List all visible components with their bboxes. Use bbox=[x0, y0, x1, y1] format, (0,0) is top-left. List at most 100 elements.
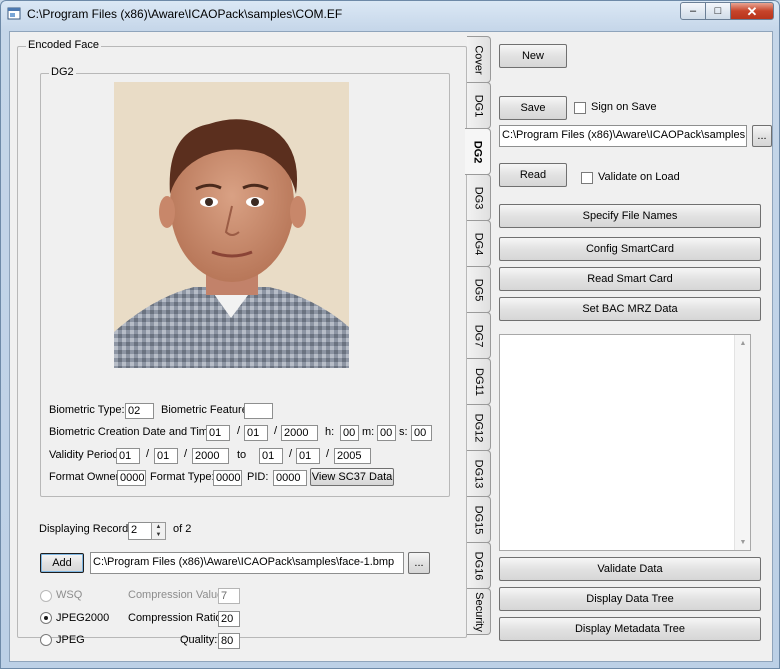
record-total-label: of 2 bbox=[173, 523, 192, 535]
close-button[interactable]: ✕ bbox=[730, 2, 774, 20]
tab-dg11[interactable]: DG11 bbox=[467, 358, 491, 405]
quality-field[interactable]: 80 bbox=[218, 633, 240, 649]
minimize-icon: – bbox=[689, 4, 697, 17]
quality-label: Quality: bbox=[180, 634, 218, 646]
jpeg-label: JPEG bbox=[56, 634, 85, 646]
date-separator: / bbox=[326, 448, 330, 460]
image-path-field[interactable]: C:\Program Files (x86)\Aware\ICAOPack\sa… bbox=[90, 552, 404, 574]
valid-to-month-field[interactable]: 01 bbox=[296, 448, 320, 464]
date-separator: / bbox=[146, 448, 150, 460]
tab-label: DG4 bbox=[472, 232, 485, 255]
dg2-group: DG2 Biometric Type: 02 Biometric Feature… bbox=[40, 66, 450, 497]
creation-year-field[interactable]: 2000 bbox=[281, 425, 318, 441]
valid-from-day-field[interactable]: 01 bbox=[116, 448, 140, 464]
new-button[interactable]: New bbox=[499, 44, 567, 68]
jpeg2000-radio[interactable] bbox=[40, 612, 52, 624]
display-data-tree-button[interactable]: Display Data Tree bbox=[499, 587, 761, 611]
tab-label: DG16 bbox=[472, 551, 485, 580]
config-smartcard-button[interactable]: Config SmartCard bbox=[499, 237, 761, 261]
set-bac-mrz-data-button[interactable]: Set BAC MRZ Data bbox=[499, 297, 761, 321]
display-metadata-tree-button[interactable]: Display Metadata Tree bbox=[499, 617, 761, 641]
valid-from-year-field[interactable]: 2000 bbox=[192, 448, 229, 464]
displaying-record-label: Displaying Record: bbox=[39, 523, 132, 535]
tab-label: DG11 bbox=[472, 367, 485, 396]
tab-label: Cover bbox=[472, 44, 485, 75]
tab-dg7[interactable]: DG7 bbox=[467, 312, 491, 359]
tab-dg3[interactable]: DG3 bbox=[467, 174, 491, 221]
tab-label: DG12 bbox=[472, 413, 485, 442]
tab-cover[interactable]: Cover bbox=[467, 36, 491, 83]
biometric-type-label: Biometric Type: bbox=[49, 404, 125, 416]
tab-dg4[interactable]: DG4 bbox=[467, 220, 491, 267]
sign-on-save-checkbox[interactable] bbox=[574, 102, 586, 114]
scroll-up-icon[interactable]: ▲ bbox=[735, 335, 751, 351]
compression-value-label: Compression Value: bbox=[128, 589, 227, 601]
encoded-face-legend: Encoded Face bbox=[26, 39, 101, 51]
tab-dg2[interactable]: DG2 bbox=[465, 128, 491, 175]
pid-label: PID: bbox=[247, 471, 269, 483]
output-scrollbar[interactable]: ▲ ▼ bbox=[734, 335, 750, 550]
tab-label: DG2 bbox=[471, 140, 484, 163]
biometric-type-field[interactable]: 02 bbox=[125, 403, 154, 419]
validate-on-load-label: Validate on Load bbox=[598, 171, 680, 183]
format-type-field[interactable]: 0000 bbox=[213, 470, 242, 486]
valid-from-month-field[interactable]: 01 bbox=[154, 448, 178, 464]
tab-label: DG13 bbox=[472, 459, 485, 488]
tab-security[interactable]: Security bbox=[467, 588, 491, 635]
app-window: C:\Program Files (x86)\Aware\ICAOPack\sa… bbox=[0, 0, 780, 669]
compression-ratio-label: Compression Ratio: bbox=[128, 612, 225, 624]
maximize-icon: □ bbox=[714, 4, 722, 17]
date-separator: / bbox=[237, 425, 241, 437]
read-smart-card-button[interactable]: Read Smart Card bbox=[499, 267, 761, 291]
hour-field[interactable]: 00 bbox=[340, 425, 359, 441]
compression-ratio-field[interactable]: 20 bbox=[218, 611, 240, 627]
validate-on-load-checkbox[interactable] bbox=[581, 172, 593, 184]
browse-image-button[interactable]: ... bbox=[408, 552, 430, 574]
scroll-down-icon[interactable]: ▼ bbox=[735, 534, 751, 550]
output-path-field[interactable]: C:\Program Files (x86)\Aware\ICAOPack\sa… bbox=[499, 125, 747, 147]
format-owner-label: Format Owner: bbox=[49, 471, 123, 483]
save-button[interactable]: Save bbox=[499, 96, 567, 120]
output-listbox[interactable]: ▲ ▼ bbox=[499, 334, 751, 551]
spin-up-icon[interactable]: ▲ bbox=[152, 523, 165, 531]
browse-path-button[interactable]: ... bbox=[752, 125, 772, 147]
minute-field[interactable]: 00 bbox=[377, 425, 396, 441]
tab-dg5[interactable]: DG5 bbox=[467, 266, 491, 313]
tab-dg13[interactable]: DG13 bbox=[467, 450, 491, 497]
spin-down-icon[interactable]: ▼ bbox=[152, 531, 165, 539]
window-title: C:\Program Files (x86)\Aware\ICAOPack\sa… bbox=[27, 7, 343, 21]
record-spinner[interactable]: ▲ ▼ bbox=[151, 522, 166, 540]
valid-to-year-field[interactable]: 2005 bbox=[334, 448, 371, 464]
second-label: s: bbox=[399, 426, 408, 438]
tab-label: DG15 bbox=[472, 505, 485, 534]
specify-file-names-button[interactable]: Specify File Names bbox=[499, 204, 761, 228]
pid-field[interactable]: 0000 bbox=[273, 470, 307, 486]
format-owner-field[interactable]: 0000 bbox=[117, 470, 146, 486]
tab-dg12[interactable]: DG12 bbox=[467, 404, 491, 451]
tab-dg16[interactable]: DG16 bbox=[467, 542, 491, 589]
tab-dg15[interactable]: DG15 bbox=[467, 496, 491, 543]
compression-value-field[interactable]: 7 bbox=[218, 588, 240, 604]
maximize-button[interactable]: □ bbox=[705, 2, 731, 20]
tab-dg1[interactable]: DG1 bbox=[467, 82, 491, 129]
add-button[interactable]: Add bbox=[40, 553, 84, 573]
face-photo bbox=[114, 82, 349, 368]
hour-label: h: bbox=[325, 426, 335, 438]
read-button[interactable]: Read bbox=[499, 163, 567, 187]
validate-data-button[interactable]: Validate Data bbox=[499, 557, 761, 581]
jpeg-radio[interactable] bbox=[40, 634, 52, 646]
view-sc37-data-button[interactable]: View SC37 Data bbox=[310, 468, 394, 486]
record-field[interactable]: 2 bbox=[128, 522, 152, 540]
app-icon bbox=[7, 7, 21, 20]
minimize-button[interactable]: – bbox=[680, 2, 706, 20]
biometric-feature-label: Biometric Feature: bbox=[161, 404, 251, 416]
wsq-radio[interactable] bbox=[40, 590, 52, 602]
second-field[interactable]: 00 bbox=[411, 425, 432, 441]
biometric-feature-field[interactable] bbox=[244, 403, 273, 419]
jpeg2000-label: JPEG2000 bbox=[56, 612, 110, 624]
creation-day-field[interactable]: 01 bbox=[206, 425, 230, 441]
date-separator: / bbox=[289, 448, 293, 460]
valid-to-day-field[interactable]: 01 bbox=[259, 448, 283, 464]
title-bar[interactable]: C:\Program Files (x86)\Aware\ICAOPack\sa… bbox=[1, 1, 779, 27]
creation-month-field[interactable]: 01 bbox=[244, 425, 268, 441]
